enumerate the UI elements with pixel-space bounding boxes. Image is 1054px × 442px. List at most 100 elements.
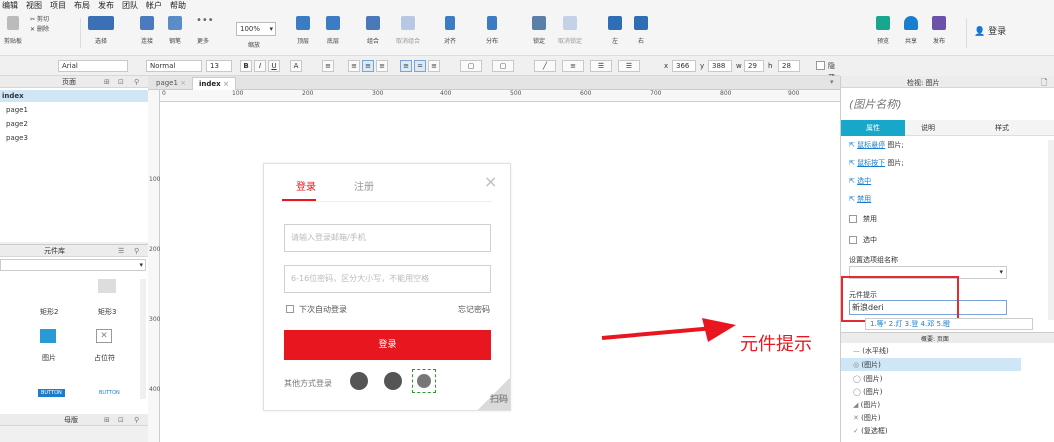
tab-style[interactable]: 样式 <box>995 120 1009 136</box>
tabs-dropdown-icon[interactable]: ▾ <box>830 78 834 86</box>
login-submit-button[interactable]: 登录 <box>284 330 491 360</box>
font-color-button[interactable]: A <box>290 60 302 72</box>
publish-button[interactable]: 发布 <box>932 16 946 45</box>
italic-button[interactable]: I <box>254 60 266 72</box>
page-item-page3[interactable]: page3 <box>6 132 28 144</box>
align-button[interactable]: 对齐 <box>444 16 456 45</box>
menu-layout[interactable]: 布局 <box>74 0 90 12</box>
tab-register[interactable]: 注册 <box>354 178 374 193</box>
outline-item[interactable]: ✕ (图片) <box>853 413 881 423</box>
share-button[interactable]: 共享 <box>904 16 918 45</box>
widgets-scrollbar[interactable] <box>140 279 146 399</box>
valign-top-button[interactable]: ≡ <box>400 60 412 72</box>
interaction-selected[interactable]: ⇱ 选中 <box>849 176 871 186</box>
inspector-scrollbar[interactable] <box>1048 140 1054 320</box>
hide-checkbox[interactable] <box>816 61 825 70</box>
line-color-button[interactable]: ╱ <box>534 60 556 72</box>
unlock-button[interactable]: 取消锁定 <box>558 16 582 45</box>
y-field[interactable]: 388 <box>708 60 732 72</box>
select-button[interactable]: 选择 <box>88 16 114 45</box>
password-input[interactable]: 6-16位密码，区分大小写，不能用空格 <box>284 265 491 293</box>
arrow-style-button[interactable]: ☰ <box>618 60 640 72</box>
pen-button[interactable]: 钢笔 <box>168 16 182 45</box>
menu-project[interactable]: 项目 <box>50 0 66 12</box>
remember-checkbox[interactable] <box>286 305 294 313</box>
more-button[interactable]: ••• 更多 <box>196 16 214 46</box>
interaction-mousedown[interactable]: ⇱ 鼠标按下 图片; <box>849 158 904 168</box>
add-folder-icon[interactable]: ⊡ <box>118 76 124 88</box>
weibo-icon-selected[interactable] <box>412 369 436 393</box>
disabled-checkbox[interactable] <box>849 215 857 223</box>
add-master-icon[interactable]: ⊞ <box>104 414 110 426</box>
search-icon[interactable]: ⚲ <box>134 76 139 88</box>
page-item-page1[interactable]: page1 <box>6 104 28 116</box>
rectangle3-thumb[interactable] <box>98 279 116 293</box>
close-icon[interactable]: × <box>484 172 497 191</box>
ungroup-button[interactable]: 取消组合 <box>396 16 420 45</box>
add-page-icon[interactable]: ⊞ <box>104 76 110 88</box>
right-panel-toggle[interactable]: 右 <box>634 16 648 45</box>
delete-button[interactable]: ✕ 删除 <box>30 26 49 34</box>
bring-to-front-button[interactable]: 顶层 <box>296 16 310 45</box>
tab-properties[interactable]: 属性 <box>841 120 905 136</box>
page-item-page2[interactable]: page2 <box>6 118 28 130</box>
email-input[interactable]: 请输入登录邮箱/手机 <box>284 224 491 252</box>
valign-bottom-button[interactable]: ≡ <box>428 60 440 72</box>
menu-team[interactable]: 团队 <box>122 0 138 12</box>
underline-button[interactable]: U <box>268 60 280 72</box>
widget-rectangle3[interactable]: 矩形3 <box>98 307 116 317</box>
w-field[interactable]: 29 <box>744 60 764 72</box>
paste-button[interactable]: 剪贴板 <box>4 16 22 45</box>
menu-view[interactable]: 视图 <box>26 0 42 12</box>
widget-placeholder[interactable]: 占位符 <box>94 353 115 363</box>
line-style-button[interactable]: ☰ <box>590 60 612 72</box>
x-field[interactable]: 366 <box>672 60 696 72</box>
library-select[interactable]: ▾ <box>0 259 146 271</box>
align-right-button[interactable]: ≡ <box>376 60 388 72</box>
tab-notes[interactable]: 说明 <box>921 120 935 136</box>
zoom-select[interactable]: 100% ▾ <box>236 22 276 36</box>
lock-button[interactable]: 锁定 <box>532 16 546 45</box>
font-size-select[interactable]: 13 <box>206 60 232 72</box>
menu-publish[interactable]: 发布 <box>98 0 114 12</box>
group-button[interactable]: 组合 <box>366 16 380 45</box>
login-button[interactable]: 👤 登录 <box>974 24 1006 37</box>
tab-page1[interactable]: page1 × <box>150 77 192 90</box>
widget-rectangle2[interactable]: 矩形2 <box>40 307 58 317</box>
menu-icon[interactable]: ☰ <box>118 245 124 257</box>
outline-item[interactable]: ◯ (图片) <box>853 387 883 397</box>
left-panel-toggle[interactable]: 左 <box>608 16 622 45</box>
page-item-index[interactable]: index <box>0 90 148 102</box>
tab-login[interactable]: 登录 <box>296 178 316 193</box>
font-style-select[interactable]: Normal <box>146 60 202 72</box>
selected-checkbox[interactable] <box>849 236 857 244</box>
tab-index[interactable]: index × <box>192 77 236 90</box>
fill-color-button[interactable]: ▢ <box>460 60 482 72</box>
ime-candidate-bar[interactable]: 1.等ᵅ 2.灯 3.登 4.邓 5.瞪 <box>865 318 1033 330</box>
font-family-select[interactable]: Arial <box>58 60 128 72</box>
outline-item[interactable]: ◎ (图片) <box>853 360 881 370</box>
menu-account[interactable]: 帐户 <box>146 0 162 12</box>
outline-item[interactable]: ✓ (复选框) <box>853 426 888 436</box>
menu-edit[interactable]: 编辑 <box>2 0 18 12</box>
connect-button[interactable]: 连接 <box>140 16 154 45</box>
distribute-button[interactable]: 分布 <box>486 16 498 45</box>
wechat-icon[interactable] <box>384 372 402 390</box>
search-icon[interactable]: ⚲ <box>134 245 139 257</box>
bold-button[interactable]: B <box>240 60 252 72</box>
bullet-list-button[interactable]: ≡ <box>322 60 334 72</box>
align-center-button[interactable]: ≡ <box>362 60 374 72</box>
add-folder-icon[interactable]: ⊡ <box>118 414 124 426</box>
line-width-button[interactable]: ≡ <box>562 60 584 72</box>
send-to-back-button[interactable]: 底层 <box>326 16 340 45</box>
align-left-button[interactable]: ≡ <box>348 60 360 72</box>
interaction-hover[interactable]: ⇱ 鼠标悬停 图片; <box>849 140 904 150</box>
forgot-password-link[interactable]: 忘记密码 <box>458 304 490 315</box>
valign-middle-button[interactable]: = <box>414 60 426 72</box>
widget-name-input[interactable]: (图片名称) <box>849 96 902 112</box>
interaction-disabled[interactable]: ⇱ 禁用 <box>849 194 871 204</box>
cut-button[interactable]: ✂ 剪切 <box>30 16 49 24</box>
h-field[interactable]: 28 <box>778 60 800 72</box>
preview-button[interactable]: 预览 <box>876 16 890 45</box>
search-icon[interactable]: ⚲ <box>134 414 139 426</box>
